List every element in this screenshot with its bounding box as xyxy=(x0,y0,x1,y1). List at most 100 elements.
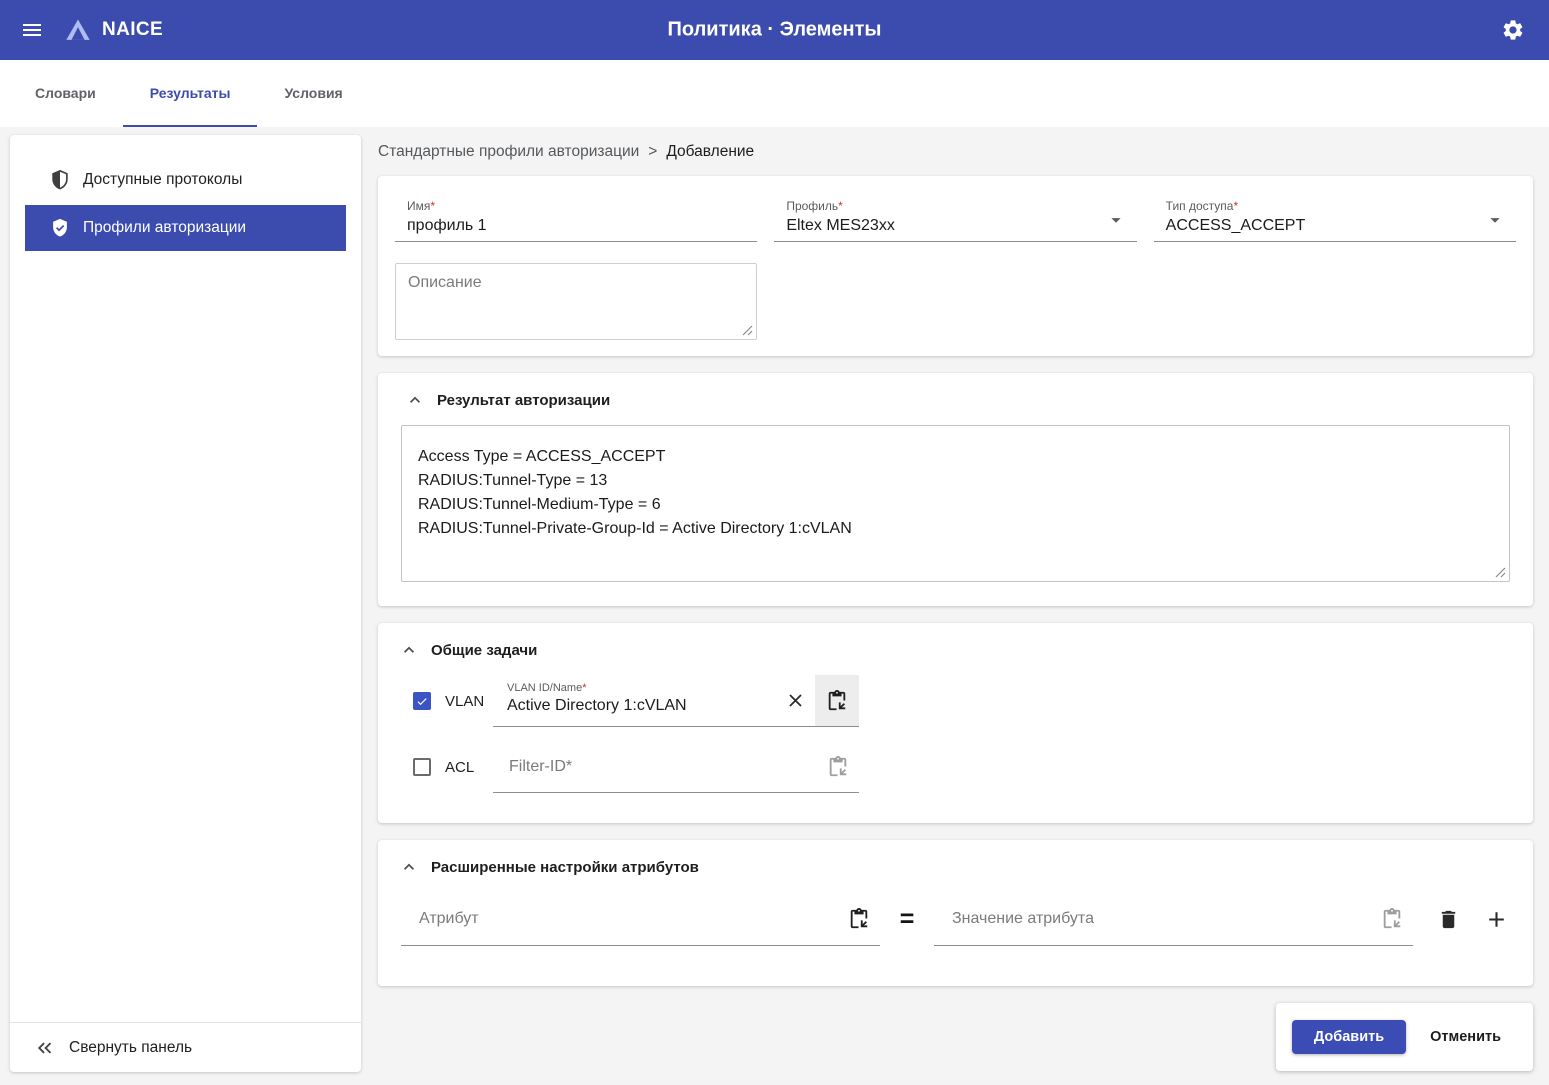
settings-button[interactable] xyxy=(1497,14,1529,46)
paste-attribute-button[interactable] xyxy=(848,908,870,930)
advanced-attributes-card: Расширенные настройки атрибутов = xyxy=(378,840,1533,986)
tab-bar: Словари Результаты Условия xyxy=(0,60,1549,127)
breadcrumb-parent[interactable]: Стандартные профили авторизации xyxy=(378,143,639,161)
attribute-value-input[interactable] xyxy=(950,909,1381,929)
section-title: Результат авторизации xyxy=(437,392,610,409)
required-asterisk: * xyxy=(1233,199,1238,213)
vlan-id-field-main: VLAN ID/Name* xyxy=(493,675,775,726)
equals-icon: = xyxy=(880,905,934,934)
collapse-section-button[interactable] xyxy=(399,640,419,660)
common-tasks-card: Общие задачи VLAN VLAN ID/Name* xyxy=(378,623,1533,823)
section-title: Расширенные настройки атрибутов xyxy=(431,859,699,876)
content-area: Доступные протоколы Профили авторизации … xyxy=(0,127,1549,1085)
collapse-panel-button[interactable]: Свернуть панель xyxy=(10,1022,361,1072)
dropdown-arrow-icon xyxy=(1105,209,1127,231)
authorization-result-card: Результат авторизации Access Type = ACCE… xyxy=(378,373,1533,606)
resize-handle-icon[interactable] xyxy=(1495,567,1506,578)
brand-name: NAICE xyxy=(102,19,163,41)
tab-rezultaty[interactable]: Результаты xyxy=(123,60,258,127)
chevron-up-icon xyxy=(399,640,419,660)
paste-attribute-value-button[interactable] xyxy=(1381,908,1403,930)
sidebar-item-authorization-profiles[interactable]: Профили авторизации xyxy=(25,205,346,251)
description-field[interactable] xyxy=(395,263,757,340)
vlan-id-field[interactable]: VLAN ID/Name* xyxy=(493,675,859,727)
main-panel: Стандартные профили авторизации > Добавл… xyxy=(378,135,1533,1085)
authorization-result-input[interactable]: Access Type = ACCESS_ACCEPT RADIUS:Tunne… xyxy=(402,426,1509,581)
chevron-up-icon xyxy=(399,857,419,877)
add-button[interactable]: Добавить xyxy=(1292,1020,1406,1054)
acl-task-row: ACL xyxy=(413,741,1516,793)
double-chevron-left-icon xyxy=(34,1037,56,1059)
acl-checkbox[interactable] xyxy=(413,758,431,776)
attribute-value-field[interactable] xyxy=(934,892,1413,946)
required-asterisk: * xyxy=(582,682,586,694)
advanced-attributes-header: Расширенные настройки атрибутов xyxy=(395,856,1516,878)
sidebar-item-label: Доступные протоколы xyxy=(83,171,242,189)
attribute-row: = xyxy=(401,892,1516,946)
sidebar-item-label: Профили авторизации xyxy=(83,219,246,237)
profile-select-value: Eltex MES23xx xyxy=(786,214,1124,237)
profile-form-card: Имя* Профиль* Eltex MES23xx Тип доступа*… xyxy=(378,176,1533,356)
sidebar-item-available-protocols[interactable]: Доступные протоколы xyxy=(25,157,346,203)
chevron-up-icon xyxy=(405,390,425,410)
gear-icon xyxy=(1501,18,1525,42)
collapse-section-button[interactable] xyxy=(399,857,419,877)
checkmark-icon xyxy=(415,694,429,708)
close-icon xyxy=(785,690,806,711)
delete-attribute-row-button[interactable] xyxy=(1437,908,1460,931)
shield-check-icon xyxy=(49,217,71,239)
vlan-task-row: VLAN VLAN ID/Name* xyxy=(413,675,1516,727)
clear-vlan-button[interactable] xyxy=(775,675,815,726)
collapse-section-button[interactable] xyxy=(405,390,425,410)
action-bar: Добавить Отменить xyxy=(1276,1003,1533,1071)
breadcrumb-separator: > xyxy=(648,143,657,161)
dropdown-arrow-icon xyxy=(1484,209,1506,231)
paste-acl-button[interactable] xyxy=(827,756,849,778)
add-attribute-row-button[interactable] xyxy=(1484,907,1509,932)
vlan-checkbox-label: VLAN xyxy=(445,693,493,710)
paste-icon xyxy=(1381,908,1403,930)
paste-icon xyxy=(848,908,870,930)
collapse-panel-label: Свернуть панель xyxy=(69,1039,192,1057)
profile-select[interactable]: Профиль* Eltex MES23xx xyxy=(774,194,1136,242)
breadcrumb: Стандартные профили авторизации > Добавл… xyxy=(378,141,1533,163)
description-input[interactable] xyxy=(396,264,756,339)
paste-icon xyxy=(827,756,849,778)
paste-vlan-button[interactable] xyxy=(815,675,859,726)
breadcrumb-current: Добавление xyxy=(666,143,754,161)
sidebar: Доступные протоколы Профили авторизации … xyxy=(10,135,361,1072)
menu-button[interactable] xyxy=(16,14,48,46)
resize-handle-icon[interactable] xyxy=(742,325,753,336)
brand: NAICE xyxy=(64,16,163,44)
trash-icon xyxy=(1437,908,1460,931)
access-type-select-label: Тип доступа* xyxy=(1166,199,1504,214)
vlan-id-input[interactable] xyxy=(507,695,775,717)
common-tasks-header: Общие задачи xyxy=(395,639,1516,661)
acl-filter-input[interactable] xyxy=(507,757,827,777)
access-type-select[interactable]: Тип доступа* ACCESS_ACCEPT xyxy=(1154,194,1516,242)
shield-half-icon xyxy=(49,169,71,191)
required-asterisk: * xyxy=(838,199,843,213)
authorization-result-field[interactable]: Access Type = ACCESS_ACCEPT RADIUS:Tunne… xyxy=(401,425,1510,582)
vlan-id-field-label: VLAN ID/Name* xyxy=(507,681,775,695)
section-title: Общие задачи xyxy=(431,642,537,659)
acl-checkbox-label: ACL xyxy=(445,759,493,776)
plus-icon xyxy=(1484,907,1509,932)
name-field-label: Имя* xyxy=(407,199,745,214)
cancel-button[interactable]: Отменить xyxy=(1414,1020,1517,1054)
attribute-field[interactable] xyxy=(401,892,880,946)
attribute-input[interactable] xyxy=(417,909,848,929)
vlan-checkbox[interactable] xyxy=(413,692,431,710)
required-asterisk: * xyxy=(430,199,435,213)
name-input[interactable] xyxy=(407,214,745,237)
acl-filter-field[interactable] xyxy=(493,741,859,793)
name-field[interactable]: Имя* xyxy=(395,194,757,242)
naice-logo-icon xyxy=(64,16,92,44)
profile-select-label: Профиль* xyxy=(786,199,1124,214)
tab-usloviya[interactable]: Условия xyxy=(257,60,369,127)
paste-icon xyxy=(826,690,848,712)
tab-slovari[interactable]: Словари xyxy=(8,60,123,127)
hamburger-menu-icon xyxy=(20,18,44,42)
access-type-select-value: ACCESS_ACCEPT xyxy=(1166,214,1504,237)
app-bar: NAICE Политика · Элементы xyxy=(0,0,1549,60)
